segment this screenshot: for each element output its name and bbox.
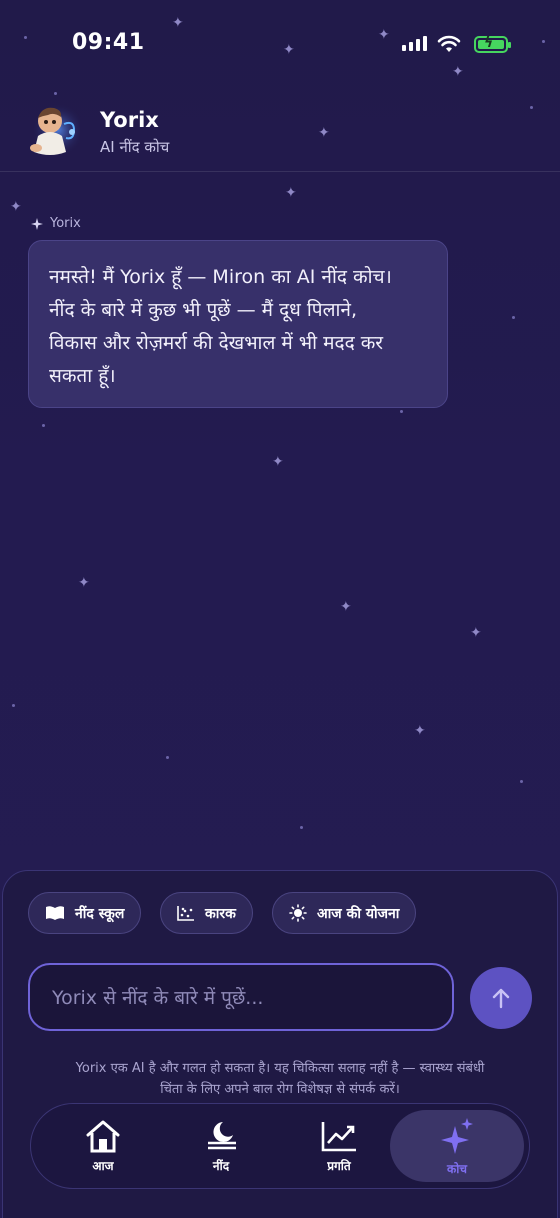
chip-label: आज की योजना xyxy=(317,905,400,922)
message-input-placeholder: Yorix से नींद के बारे में पूछें... xyxy=(52,987,264,1009)
sparkle-icon xyxy=(441,1117,473,1154)
battery-icon: ϟ xyxy=(474,35,511,53)
send-button[interactable] xyxy=(470,967,532,1029)
status-bar: 09:41 ϟ xyxy=(0,0,560,90)
status-time: 09:41 xyxy=(72,30,145,55)
tab-coach[interactable]: कोच xyxy=(390,1110,524,1182)
tab-label: आज xyxy=(92,1158,114,1173)
chip-factors[interactable]: कारक xyxy=(160,892,253,934)
message-sender: Yorix xyxy=(30,216,81,231)
tab-progress[interactable]: प्रगति xyxy=(272,1110,406,1182)
arrow-up-icon xyxy=(492,988,510,1009)
scatter-chart-icon xyxy=(177,906,194,921)
sparkle-icon xyxy=(31,217,43,230)
chip-label: नींद स्कूल xyxy=(75,905,125,922)
sun-icon xyxy=(289,904,307,922)
wifi-icon xyxy=(437,35,461,52)
cellular-signal-icon xyxy=(402,36,427,51)
trend-chart-icon xyxy=(321,1121,356,1151)
tab-label: प्रगति xyxy=(327,1158,351,1173)
disclaimer-line: चिंता के लिए अपने बाल रोग विशेषज्ञ से सं… xyxy=(160,1082,400,1097)
message-line: नमस्ते! मैं Yorix हूँ — Miron का AI नींद… xyxy=(49,266,392,288)
tab-label: नींद xyxy=(212,1158,230,1173)
home-icon xyxy=(86,1120,120,1152)
disclaimer-line: Yorix एक AI है और गलत हो सकता है। यह चिक… xyxy=(75,1061,485,1076)
message-input[interactable]: Yorix से नींद के बारे में पूछें... xyxy=(28,963,454,1031)
chip-label: कारक xyxy=(205,905,236,922)
book-icon xyxy=(46,906,64,920)
tab-label: कोच xyxy=(447,1161,467,1176)
ai-disclaimer: Yorix एक AI है और गलत हो सकता है। यह चिक… xyxy=(30,1058,530,1100)
coach-name: Yorix xyxy=(100,108,159,132)
chip-today-plan[interactable]: आज की योजना xyxy=(272,892,417,934)
message-line: विकास और रोज़मर्रा की देखभाल में भी मदद … xyxy=(49,332,384,354)
message-sender-name: Yorix xyxy=(50,216,81,231)
chat-header: Yorix AI नींद कोच xyxy=(0,100,560,172)
assistant-message-bubble: नमस्ते! मैं Yorix हूँ — Miron का AI नींद… xyxy=(28,240,448,408)
moon-icon xyxy=(208,1121,236,1149)
message-line: नींद के बारे में कुछ भी पूछें — मैं दूध … xyxy=(49,299,357,321)
tab-sleep[interactable]: नींद xyxy=(154,1110,288,1182)
chip-sleep-school[interactable]: नींद स्कूल xyxy=(28,892,142,934)
coach-avatar xyxy=(30,104,80,156)
message-line: सकता हूँ। xyxy=(49,365,116,387)
tab-today[interactable]: आज xyxy=(36,1110,170,1182)
coach-subtitle: AI नींद कोच xyxy=(100,138,170,156)
